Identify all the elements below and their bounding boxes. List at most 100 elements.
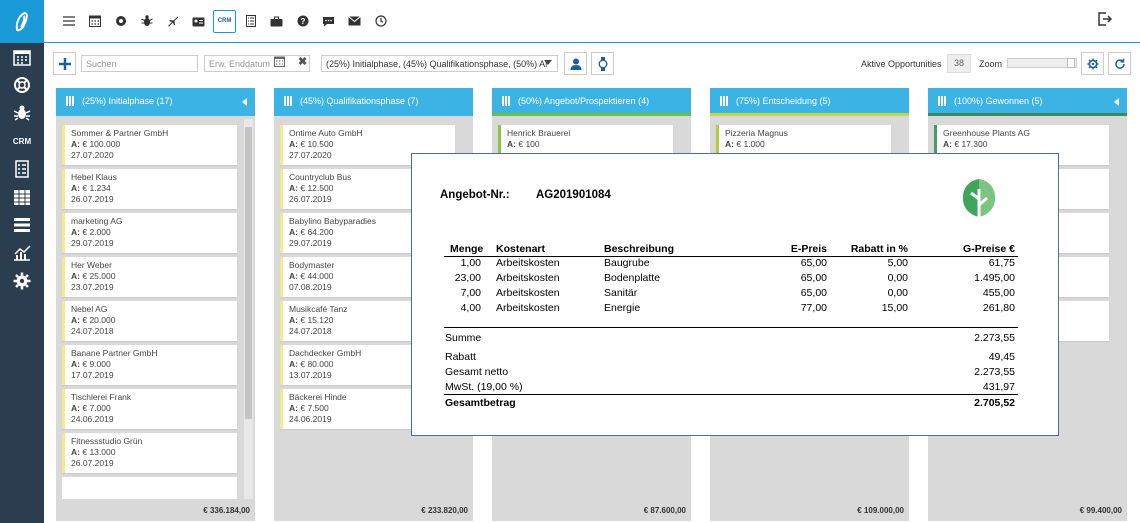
zoom-slider-handle[interactable] <box>1067 58 1075 68</box>
cell-kostenart: Arbeitskosten <box>496 257 560 269</box>
cell-kostenart: Arbeitskosten <box>496 272 560 284</box>
cell-gpreis: 1.495,00 <box>974 272 1015 284</box>
checklist-icon[interactable] <box>0 155 44 183</box>
document-list-icon[interactable] <box>239 10 262 33</box>
search-input[interactable]: Suchen <box>81 55 198 72</box>
list-icon[interactable] <box>0 211 44 239</box>
card-amount: A: € 1.000 <box>725 139 885 150</box>
settings-gear-icon[interactable] <box>0 267 44 295</box>
card-amount-value: € 17.300 <box>954 139 988 149</box>
svg-text:?: ? <box>300 17 305 26</box>
kanban-column: (25%) Initialphase (17) Sommer & Partner… <box>56 88 255 521</box>
opportunity-card[interactable]: Fitnessstudio Grün A: € 13.000 26.07.201… <box>62 433 237 473</box>
clock-icon[interactable] <box>369 10 392 33</box>
mail-icon[interactable] <box>343 10 366 33</box>
drag-handle-icon[interactable] <box>720 95 728 106</box>
card-amount-value: € 1.234 <box>82 183 111 193</box>
column-scrollbar[interactable] <box>244 119 253 499</box>
card-date: 26.07.2019 <box>71 194 114 204</box>
zoom-slider[interactable] <box>1007 58 1077 68</box>
opportunity-card[interactable]: Sommer & Partner GmbH A: € 100.000 27.07… <box>62 125 237 165</box>
cell-rabatt: 15,00 <box>881 302 908 314</box>
id-card-icon[interactable] <box>187 10 210 33</box>
drag-handle-icon[interactable] <box>66 95 74 106</box>
bug-icon[interactable] <box>0 99 44 127</box>
card-amount: A: € 2.000 <box>71 227 231 238</box>
column-header[interactable]: (25%) Initialphase (17) <box>56 88 255 116</box>
opportunity-card[interactable]: Tischlerei Frank A: € 7.000 24.06.2019 <box>62 389 237 429</box>
user-filter-button[interactable] <box>564 52 587 75</box>
crm-label: CRM <box>217 18 232 24</box>
card-date: 24.07.2018 <box>71 326 114 336</box>
chart-icon[interactable] <box>0 239 44 267</box>
column-header[interactable]: (75%) Entscheidung (5) <box>710 88 909 116</box>
card-amount-prefix: A: <box>289 183 298 193</box>
calendar-icon[interactable] <box>83 10 106 33</box>
end-date-input[interactable]: Erw. Enddatum <box>204 55 310 72</box>
menu-icon[interactable] <box>57 10 80 33</box>
airplane-icon[interactable] <box>161 10 184 33</box>
bug-icon[interactable] <box>135 10 158 33</box>
opportunity-card[interactable]: Her Weber A: € 25.000 23.07.2019 <box>62 257 237 297</box>
opportunity-card[interactable]: Hebel Klaus A: € 1.234 26.07.2019 <box>62 169 237 209</box>
column-header[interactable]: (100%) Gewonnen (5) <box>928 88 1127 116</box>
card-name: Fitnessstudio Grün <box>71 436 143 446</box>
card-amount: A: € 17.300 <box>943 139 1103 150</box>
active-opportunities-count: 38 <box>947 54 971 73</box>
card-amount-value: € 100.000 <box>82 139 121 149</box>
help-icon[interactable]: ? <box>291 10 314 33</box>
scrollbar-thumb[interactable] <box>245 127 252 419</box>
chevron-down-icon <box>544 60 552 65</box>
briefcase-icon[interactable] <box>265 10 288 33</box>
drag-handle-icon[interactable] <box>284 95 292 106</box>
drag-handle-icon[interactable] <box>502 95 510 106</box>
card-date: 26.07.2019 <box>71 458 114 468</box>
chat-icon[interactable] <box>317 10 340 33</box>
sidebar-item-crm[interactable]: CRM <box>0 127 44 155</box>
card-name: Pizzeria Magnus <box>725 128 788 138</box>
card-amount-prefix: A: <box>507 139 516 149</box>
app-logo[interactable] <box>0 0 44 43</box>
collapse-arrow-icon[interactable] <box>242 98 247 106</box>
gear-icon <box>1087 58 1098 69</box>
opportunity-card[interactable]: Nebel AG A: € 20.000 24.07.2018 <box>62 301 237 341</box>
drag-handle-icon[interactable] <box>938 95 946 106</box>
card-amount-value: € 100 <box>518 139 540 149</box>
zoom-label: Zoom <box>979 59 1003 69</box>
watch-filter-button[interactable] <box>591 52 614 75</box>
lifebuoy-icon[interactable] <box>109 10 132 33</box>
add-opportunity-button[interactable] <box>53 52 76 75</box>
card-amount-value: € 7.000 <box>82 403 111 413</box>
summary-sum-row: Summe 2.273,55 <box>444 327 1018 344</box>
netto-value: 2.273,55 <box>974 366 1015 378</box>
crm-button[interactable]: CRM <box>213 9 236 33</box>
summary-netto-row: Gesamt netto 2.273,55 <box>444 366 1018 381</box>
clear-date-icon[interactable]: ✖ <box>298 55 307 68</box>
mwst-label: MwSt. (19,00 %) <box>445 381 523 393</box>
search-placeholder: Suchen <box>86 59 117 69</box>
gesamtbetrag-value: 2.705,52 <box>974 397 1015 409</box>
calendar-icon[interactable] <box>0 43 44 71</box>
card-amount: A: € 10.500 <box>289 139 449 150</box>
card-amount-value: € 15.120 <box>300 315 334 325</box>
card-date: 24.06.2019 <box>71 414 114 424</box>
summary-total-row: Gesamtbetrag 2.705,52 <box>444 394 1018 409</box>
card-amount-value: € 25.000 <box>82 271 116 281</box>
phase-select[interactable]: (25%) Initialphase, (45%) Qualifikations… <box>321 55 558 72</box>
offer-preview-popup: Angebot-Nr.: AG201901084 Menge Kostenart… <box>411 153 1059 436</box>
card-amount-prefix: A: <box>289 359 298 369</box>
refresh-button[interactable] <box>1108 52 1131 75</box>
lifebuoy-icon[interactable] <box>0 71 44 99</box>
logout-icon[interactable] <box>1098 12 1113 28</box>
collapse-arrow-icon[interactable] <box>1114 98 1119 106</box>
cell-beschreibung: Energie <box>604 302 641 314</box>
opportunity-card[interactable]: marketing AG A: € 2.000 29.07.2019 <box>62 213 237 253</box>
column-header[interactable]: (50%) Angebot/Prospektieren (4) <box>492 88 691 116</box>
card-amount-value: € 44.000 <box>300 271 334 281</box>
spreadsheet-icon[interactable] <box>0 183 44 211</box>
board-settings-button[interactable] <box>1081 52 1104 75</box>
date-picker-icon[interactable] <box>274 56 285 69</box>
column-cards: Sommer & Partner GmbH A: € 100.000 27.07… <box>56 119 255 499</box>
opportunity-card[interactable]: Banane Partner GmbH A: € 9.000 17.07.201… <box>62 345 237 385</box>
column-header[interactable]: (45%) Qualifikationsphase (7) <box>274 88 473 116</box>
